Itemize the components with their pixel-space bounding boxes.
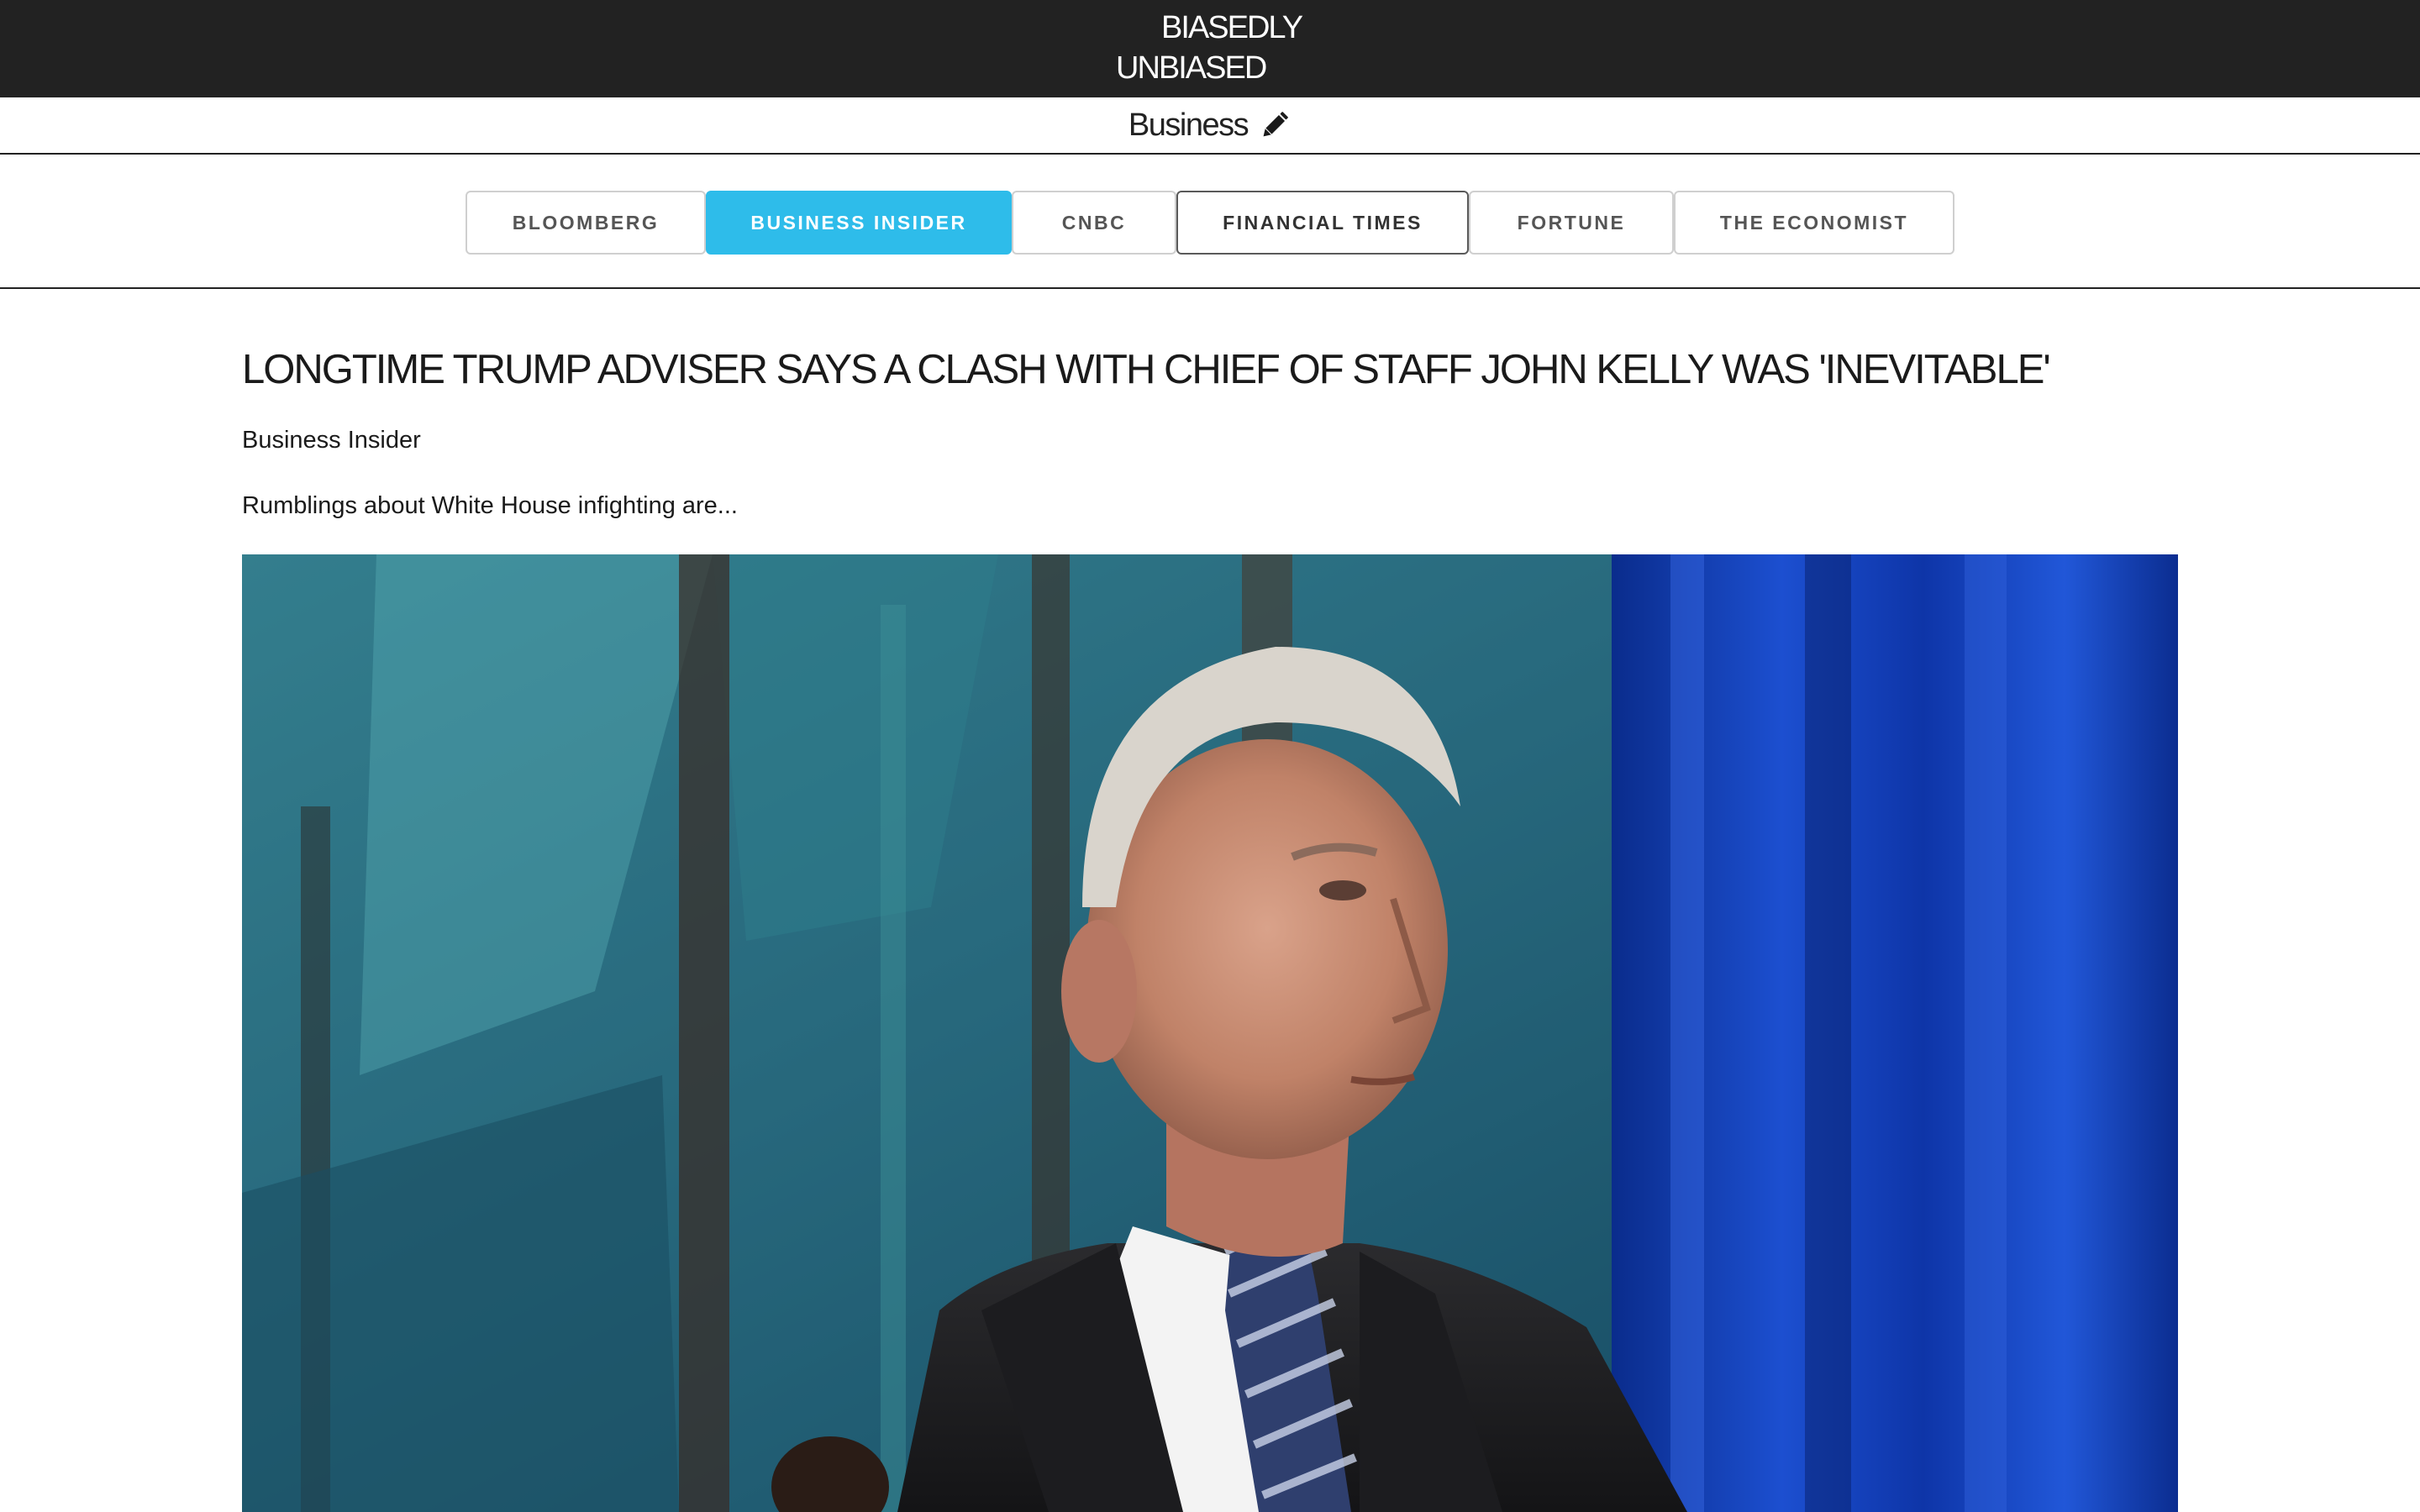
source-tab-cnbc[interactable]: CNBC <box>1012 191 1176 255</box>
source-tab-the-economist[interactable]: THE ECONOMIST <box>1674 191 1954 255</box>
pencil-icon[interactable] <box>1258 108 1292 142</box>
article-summary: Rumblings about White House infighting a… <box>242 492 738 519</box>
site-header: BIASEDLY UNBIASED <box>0 0 2420 97</box>
source-tab-business-insider[interactable]: BUSINESS INSIDER <box>706 191 1012 255</box>
category-bar: Business <box>0 97 2420 155</box>
source-tab-fortune[interactable]: FORTUNE <box>1469 191 1674 255</box>
source-tabs: BLOOMBERG BUSINESS INSIDER CNBC FINANCIA… <box>0 155 2420 289</box>
article-headline[interactable]: LONGTIME TRUMP ADVISER SAYS A CLASH WITH… <box>242 346 2051 393</box>
category-title: Business <box>1128 108 1249 143</box>
site-logo-line1[interactable]: BIASEDLY <box>1161 8 1303 47</box>
article-source: Business Insider <box>242 427 421 454</box>
article-photo[interactable] <box>242 554 2178 1512</box>
site-logo-line2[interactable]: UNBIASED <box>1116 49 1267 87</box>
source-tab-financial-times[interactable]: FINANCIAL TIMES <box>1176 191 1469 255</box>
source-tab-bloomberg[interactable]: BLOOMBERG <box>466 191 706 255</box>
